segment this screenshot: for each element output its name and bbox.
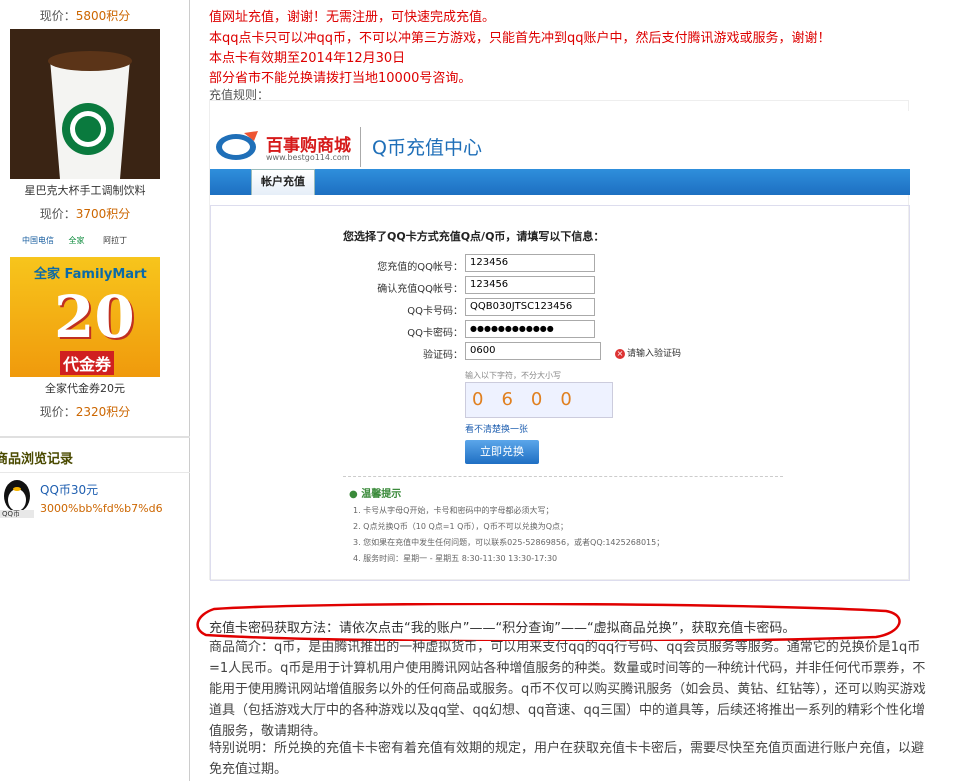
captcha-hint: × 请输入验证码 xyxy=(615,349,682,359)
notice-line: 部分省市不能兑换请拨打当地10000号咨询。 xyxy=(209,71,472,86)
telecom-logo: 中国电信 xyxy=(22,236,54,245)
divider xyxy=(0,472,190,473)
recharge-form-panel: 您选择了QQ卡方式充值Q点/Q币，请填写以下信息： 您充值的QQ帐号： 1234… xyxy=(210,205,910,581)
form-title: 您选择了QQ卡方式充值Q点/Q币，请填写以下信息： xyxy=(343,230,605,243)
redeem-button: 立即兑换 xyxy=(465,440,539,464)
tip-line: 2. Q点兑换Q币（10 Q点=1 Q币），Q币不可以兑换为Q点； xyxy=(353,522,569,531)
voucher-label: 代金券 xyxy=(60,351,115,375)
voucher-brand: 全家 FamilyMart xyxy=(34,267,147,282)
product-price: 现价：5800积分 xyxy=(39,9,131,23)
tip-icon: ● xyxy=(349,489,362,500)
tips-title: ● 温馨提示 xyxy=(349,489,402,500)
card-password-howto: 充值卡密码获取方法：请依次点击“我的账户”——“积分查询”——“虚拟商品兑换”，… xyxy=(209,621,796,636)
confirm-qq-account-input: 123456 xyxy=(465,276,595,294)
tip-line: 3. 您如果在充值中发生任何问题，可以联系025-52869856，或者QQ:1… xyxy=(353,538,665,547)
special-note: 特别说明：所兑换的充值卡卡密有着充值有效期的规定，用户在获取充值卡卡密后，需要尽… xyxy=(209,741,925,777)
captcha-input: 0600 xyxy=(465,342,601,360)
recharge-center-title: Q币充值中心 xyxy=(372,137,482,159)
history-item-name[interactable]: QQ币30元 xyxy=(40,481,98,498)
field-label: 验证码： xyxy=(423,350,463,361)
voucher-amount: 20 xyxy=(54,283,135,351)
product-price: 现价：2320积分 xyxy=(39,405,131,419)
history-item-price: 3000%bb%fd%b7%d6 xyxy=(40,502,163,515)
icon-caption: QQ币 xyxy=(2,510,21,518)
divider xyxy=(360,127,361,167)
sidebar: 现价：5800积分 星巴克大杯手工调制饮料 现价：3700积分 中国电信 全家 … xyxy=(0,0,190,781)
qq-account-input: 123456 xyxy=(465,254,595,272)
error-icon: × xyxy=(615,349,625,359)
qq-card-password-input: ●●●●●●●●●●●● xyxy=(465,320,595,338)
familymart-logo: 全家 xyxy=(68,236,85,245)
captcha-instruction: 输入以下字符，不分大小写 xyxy=(465,371,561,380)
product-price: 现价：3700积分 xyxy=(39,207,131,221)
partner-logos: 中国电信 全家 阿拉丁 xyxy=(22,235,152,249)
recharge-rules-image: 百事购商城 www.bestgo114.com Q币充值中心 帐户充值 您选择了… xyxy=(209,100,910,581)
familymart-voucher-image[interactable]: 全家 FamilyMart 20 代金券 xyxy=(10,257,160,377)
tab-account-recharge: 帐户充值 xyxy=(251,169,315,195)
product-name[interactable]: 星巴克大杯手工调制饮料 xyxy=(0,182,170,198)
aladdin-logo: 阿拉丁 xyxy=(103,236,128,245)
notice-line: 本点卡有效期至2014年12月30日 xyxy=(209,51,406,66)
starbucks-product-image[interactable] xyxy=(10,29,160,179)
field-label: QQ卡密码： xyxy=(407,328,463,339)
notice-line: 本qq点卡只可以冲qq币，不可以冲第三方游戏，只能首先冲到qq账户中，然后支付腾… xyxy=(209,31,831,46)
field-label: 确认充值QQ帐号： xyxy=(377,284,463,295)
qq-card-number-input: QQB030JTSC123456 xyxy=(465,298,595,316)
field-label: 您充值的QQ帐号： xyxy=(377,262,463,273)
tips-panel: ● 温馨提示 1. 卡号从字母Q开始，卡号和密码中的字母都必须大写； 2. Q点… xyxy=(343,476,783,576)
tip-line: 4. 服务时间：星期一 - 星期五 8:30-11:30 13:30-17:30 xyxy=(353,554,558,563)
refresh-captcha-link: 看不清楚换一张 xyxy=(465,425,529,435)
tip-line: 1. 卡号从字母Q开始，卡号和密码中的字母都必须大写； xyxy=(353,506,554,515)
product-name[interactable]: 全家代金券20元 xyxy=(0,380,170,396)
product-intro: 商品简介：q币，是由腾讯推出的一种虚拟货币，可以用来支付qq的qq行号码、qq会… xyxy=(209,640,926,739)
captcha-image: 0600 xyxy=(465,382,613,418)
field-label: QQ卡号码： xyxy=(407,306,463,317)
rules-header: 百事购商城 www.bestgo114.com Q币充值中心 xyxy=(210,111,910,171)
nav-bar xyxy=(210,169,910,195)
qq-penguin-icon[interactable]: QQ币 xyxy=(0,476,34,518)
notice-line: 值网址充值，谢谢！无需注册，可快速完成充值。 xyxy=(209,10,496,25)
history-title: 商品浏览记录 xyxy=(0,448,74,467)
browse-history-panel: 商品浏览记录 QQ币 QQ币30元 3000%bb%fd%b7%d6 xyxy=(0,436,190,532)
logo-url: www.bestgo114.com xyxy=(266,153,350,162)
bestgo-logo-icon xyxy=(214,129,262,163)
